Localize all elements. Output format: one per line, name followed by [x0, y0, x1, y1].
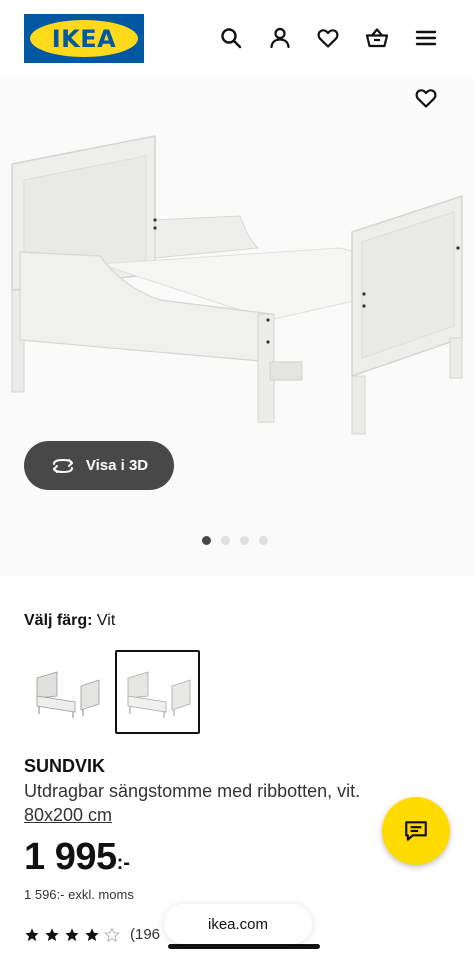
color-label: Välj färg:	[24, 612, 93, 629]
browser-url-bar[interactable]: ikea.com	[164, 904, 312, 944]
product-description: Utdragbar sängstomme med ribbotten, vit.	[24, 781, 361, 801]
gallery-dot[interactable]	[202, 536, 211, 545]
gallery-dot[interactable]	[259, 536, 268, 545]
basket-icon[interactable]	[363, 24, 391, 52]
menu-icon[interactable]	[412, 24, 440, 52]
heart-icon[interactable]	[314, 24, 342, 52]
logo-text: IKEA	[51, 24, 117, 53]
search-icon[interactable]	[217, 24, 245, 52]
product-name: SUNDVIK	[24, 756, 106, 776]
star-filled-icon	[25, 927, 39, 941]
rating-count: (196	[130, 926, 161, 943]
gallery-pagination	[202, 536, 268, 545]
price-excl-vat: 1 596:- exkl. moms	[24, 887, 134, 902]
site-header: IKEA	[0, 0, 474, 78]
price-suffix: :-	[116, 852, 130, 874]
user-icon[interactable]	[266, 24, 294, 52]
star-filled-icon	[45, 927, 59, 941]
view-in-3d-button[interactable]: Visa i 3D	[24, 441, 174, 490]
star-filled-icon	[85, 927, 99, 941]
view-in-3d-label: Visa i 3D	[85, 457, 149, 474]
star-empty-icon	[104, 926, 120, 942]
price-amount: 1 995	[24, 836, 117, 878]
product-size-link[interactable]: 80x200 cm	[24, 805, 112, 826]
logo-oval: IKEA	[30, 20, 138, 57]
chat-button[interactable]	[382, 797, 450, 865]
chat-icon	[405, 821, 427, 841]
product-rating[interactable]: (196	[24, 926, 160, 943]
swatch-bed-thumbnail	[36, 671, 99, 718]
bed-product-image	[11, 135, 463, 435]
swatch-bed-thumbnail	[127, 671, 190, 718]
color-swatch-selected[interactable]	[115, 650, 200, 734]
ikea-logo[interactable]: IKEA	[24, 14, 144, 63]
home-indicator[interactable]	[168, 944, 320, 949]
color-swatch[interactable]	[24, 650, 109, 734]
save-to-favourites-heart-icon[interactable]	[412, 84, 440, 112]
gallery-dot[interactable]	[240, 536, 249, 545]
color-selector-heading: Välj färg: Vit	[24, 612, 115, 630]
product-price: 1 995 :-	[24, 836, 130, 879]
gallery-dot[interactable]	[221, 536, 230, 545]
rotate-3d-icon	[52, 458, 73, 473]
star-filled-icon	[65, 927, 79, 941]
color-swatches	[24, 650, 200, 734]
color-value: Vit	[96, 612, 116, 629]
